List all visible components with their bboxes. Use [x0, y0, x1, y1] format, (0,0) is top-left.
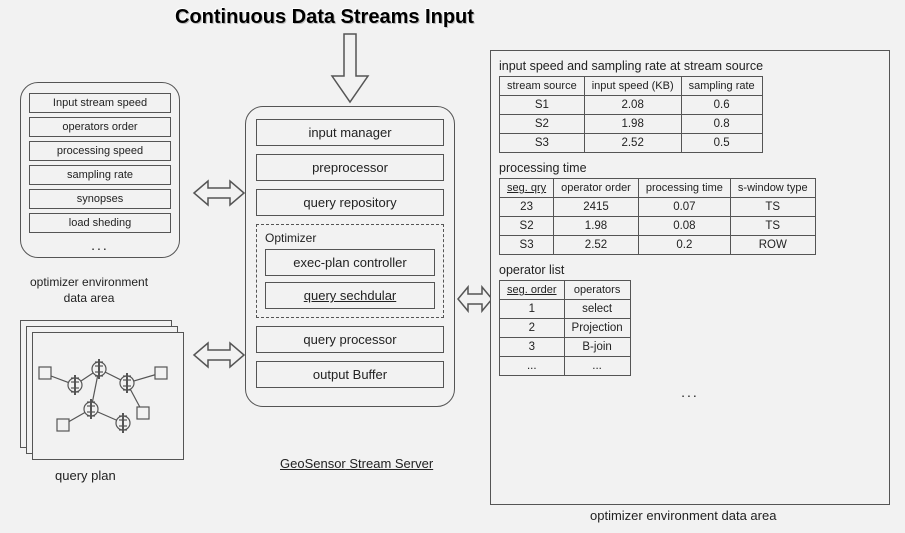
- right-area-label: optimizer environment data area: [590, 508, 776, 523]
- env-label: optimizer environment data area: [30, 275, 148, 306]
- dots: ...: [29, 237, 171, 253]
- env-item: Input stream speed: [29, 93, 171, 113]
- query-plan-stack: [20, 320, 188, 462]
- dots: ...: [499, 384, 881, 400]
- table-title: input speed and sampling rate at stream …: [499, 59, 881, 73]
- table-stream-source: stream sourceinput speed (KB)sampling ra…: [499, 76, 763, 153]
- server-component: input manager: [256, 119, 444, 146]
- optimizer-component: query sechdular: [265, 282, 435, 309]
- table-title: operator list: [499, 263, 881, 277]
- env-item: processing speed: [29, 141, 171, 161]
- arrow-biarrow-icon: [192, 340, 246, 370]
- env-item: load sheding: [29, 213, 171, 233]
- graph-icon: [33, 333, 183, 459]
- env-item: synopses: [29, 189, 171, 209]
- optimizer-env-box: Input stream speed operators order proce…: [20, 82, 180, 258]
- table-processing-time: seg. qryoperator orderprocessing times-w…: [499, 178, 816, 255]
- server-label: GeoSensor Stream Server: [280, 456, 433, 471]
- env-item: sampling rate: [29, 165, 171, 185]
- optimizer-title: Optimizer: [265, 231, 435, 245]
- server-component: query repository: [256, 189, 444, 216]
- arrow-down-icon: [330, 32, 370, 104]
- table-title: processing time: [499, 161, 881, 175]
- arrow-biarrow-icon: [192, 178, 246, 208]
- server-box: input manager preprocessor query reposit…: [245, 106, 455, 407]
- query-plan-label: query plan: [55, 468, 116, 483]
- env-item: operators order: [29, 117, 171, 137]
- server-component: output Buffer: [256, 361, 444, 388]
- diagram-title: Continuous Data Streams Input: [175, 6, 474, 29]
- server-component: preprocessor: [256, 154, 444, 181]
- optimizer-component: exec-plan controller: [265, 249, 435, 276]
- table-operator-list: seg. orderoperators 1select 2Projection …: [499, 280, 631, 376]
- optimizer-box: Optimizer exec-plan controller query sec…: [256, 224, 444, 318]
- arrow-biarrow-icon: [456, 284, 494, 314]
- right-data-area: input speed and sampling rate at stream …: [490, 50, 890, 505]
- server-component: query processor: [256, 326, 444, 353]
